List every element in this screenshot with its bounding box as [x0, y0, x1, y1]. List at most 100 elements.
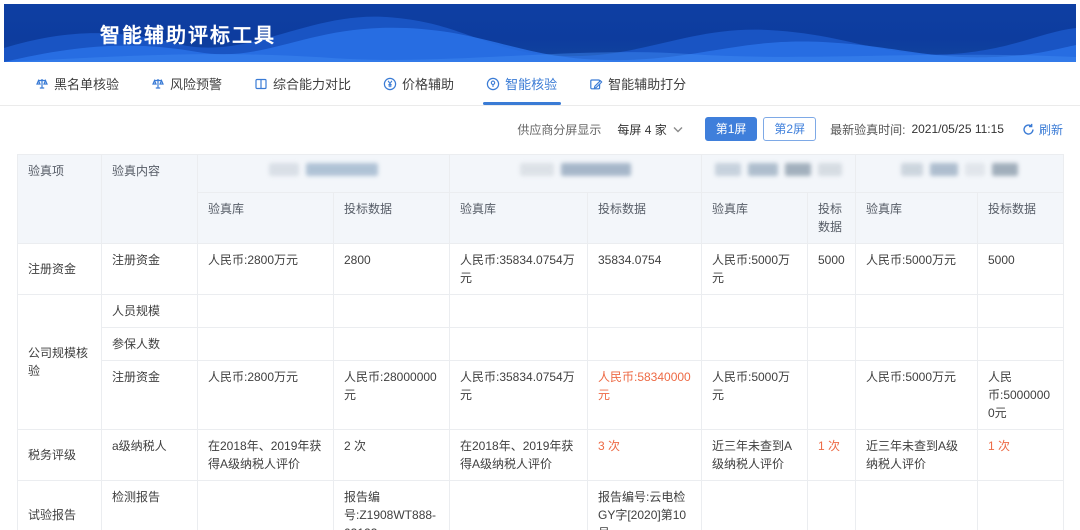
supplier-3-name-redacted — [701, 154, 856, 193]
col-header-verify-item: 验真项 — [17, 154, 102, 244]
table-cell — [855, 327, 978, 361]
table-cell: 2 次 — [333, 429, 450, 481]
tab-label: 风险预警 — [170, 77, 223, 92]
verify-content-cell: 注册资金 — [101, 360, 198, 430]
tab-price-assist[interactable]: 价格辅助 — [383, 62, 454, 105]
supplier-1-verify-db-header: 验真库 — [197, 192, 334, 244]
table-row: 参保人数 — [18, 327, 1064, 361]
tab-smart-verify[interactable]: 智能核验 — [486, 62, 557, 105]
table-cell — [977, 480, 1064, 530]
table-cell: 近三年未查到A级纳税人评价 — [855, 429, 978, 481]
table-cell: 人民币:5000万元 — [855, 360, 978, 430]
verify-item-cell: 公司规模核验 — [17, 294, 102, 430]
table-cell: 在2018年、2019年获得A级纳税人评价 — [449, 429, 588, 481]
supplier-3-bid-data-header: 投标数据 — [807, 192, 856, 244]
supplier-2-verify-db-header: 验真库 — [449, 192, 588, 244]
table-cell: 在2018年、2019年获得A级纳税人评价 — [197, 429, 334, 481]
verify-content-cell: 参保人数 — [101, 327, 198, 361]
supplier-3-verify-db-header: 验真库 — [701, 192, 808, 244]
tab-smart-score[interactable]: 智能辅助打分 — [589, 62, 686, 105]
table-cell — [197, 327, 334, 361]
supplier-4-name-redacted — [855, 154, 1064, 193]
tab-risk-alert[interactable]: 风险预警 — [151, 62, 222, 105]
scale-icon — [151, 77, 165, 91]
tab-label: 智能辅助打分 — [608, 77, 687, 92]
table-cell — [855, 294, 978, 328]
table-cell — [333, 294, 450, 328]
verify-content-cell: a级纳税人 — [101, 429, 198, 481]
toolbar: 供应商分屏显示 每屏 4 家 第1屏 第2屏 最新验真时间: 2021/05/2… — [0, 106, 1080, 152]
table-cell: 5000 — [807, 243, 856, 295]
supplier-4-bid-data-header: 投标数据 — [977, 192, 1064, 244]
screen-1-button[interactable]: 第1屏 — [704, 117, 758, 141]
tab-label: 黑名单核验 — [54, 77, 120, 92]
table-cell: 人民币:5000万元 — [701, 243, 808, 295]
per-screen-select[interactable]: 每屏 4 家 — [611, 116, 689, 142]
table-cell: 近三年未查到A级纳税人评价 — [701, 429, 808, 481]
table-cell: 3 次 — [587, 429, 702, 481]
col-header-verify-content: 验真内容 — [101, 154, 198, 244]
verify-time-value: 2021/05/25 11:15 — [911, 122, 1004, 136]
table-cell: 35834.0754 — [587, 243, 702, 295]
table-cell: 人民币:2800万元 — [197, 360, 334, 430]
table-cell — [807, 327, 856, 361]
supplier-1-bid-data-header: 投标数据 — [333, 192, 450, 244]
supplier-1-name-redacted — [197, 154, 450, 193]
supplier-2-bid-data-header: 投标数据 — [587, 192, 702, 244]
table-cell: 报告编号:Z1908WT888-03123 — [333, 480, 450, 530]
table-cell — [333, 327, 450, 361]
table-cell: 5000 — [977, 243, 1064, 295]
verify-content-cell: 注册资金 — [101, 243, 198, 295]
verify-content-cell: 人员规模 — [101, 294, 198, 328]
table-cell — [855, 480, 978, 530]
table-cell — [197, 294, 334, 328]
table-cell — [449, 480, 588, 530]
verification-table-wrap: 验真项 验真内容 验真库 投标数据 验真库 投标数据 验真库 投标数据 验真库 投标数据 注册资金… — [17, 154, 1064, 530]
table-row: 注册资金 注册资金 人民币:2800万元 2800 人民币:35834.0754万元 35… — [17, 243, 1064, 295]
tab-ability-compare[interactable]: 综合能力对比 — [254, 62, 351, 105]
table-head: 验真项 验真内容 验真库 投标数据 验真库 投标数据 验真库 投标数据 验真库 投标数据 — [17, 154, 1064, 244]
verify-time-label: 最新验真时间: — [830, 122, 906, 137]
book-icon — [254, 77, 268, 91]
yuan-icon — [383, 77, 397, 91]
table-cell: 1 次 — [977, 429, 1064, 481]
verification-table: 验真项 验真内容 验真库 投标数据 验真库 投标数据 验真库 投标数据 验真库 投标数据 注册资金… — [17, 154, 1064, 530]
table-cell — [977, 294, 1064, 328]
table-row: 税务评级 a级纳税人 在2018年、2019年获得A级纳税人评价 2 次在2018年、… — [17, 429, 1064, 481]
pencil-icon — [589, 77, 603, 91]
table-body: 注册资金 注册资金 人民币:2800万元 2800 人民币:35834.0754万元 35… — [17, 243, 1064, 530]
tab-blacklist-check[interactable]: 黑名单核验 — [35, 62, 119, 105]
refresh-label: 刷新 — [1038, 122, 1063, 137]
refresh-icon — [1023, 123, 1034, 135]
table-cell — [449, 327, 588, 361]
table-cell: 2800 — [333, 243, 450, 295]
table-cell: 人民币:5000万元 — [855, 243, 978, 295]
verify-item-cell: 税务评级 — [17, 429, 102, 481]
pin-icon — [486, 77, 500, 91]
table-cell — [807, 294, 856, 328]
table-cell — [701, 327, 808, 361]
table-cell: 1 次 — [807, 429, 856, 481]
table-cell: 报告编号:云电检GY字[2020]第10号 — [587, 480, 702, 530]
verify-item-cell: 注册资金 — [17, 243, 102, 295]
tab-label: 价格辅助 — [402, 77, 455, 92]
refresh-button[interactable]: 刷新 — [1022, 121, 1063, 138]
table-cell — [587, 327, 702, 361]
tab-label: 综合能力对比 — [273, 77, 352, 92]
supplier-2-name-redacted — [449, 154, 702, 193]
page-title: 智能辅助评标工具 — [100, 25, 276, 47]
tab-label: 智能核验 — [505, 77, 558, 92]
tab-bar: 黑名单核验 风险预警 综合能力对比 价格辅助 智能核验 智能辅助打分 — [0, 62, 1080, 106]
table-cell — [587, 294, 702, 328]
scale-icon — [35, 77, 49, 91]
table-cell — [701, 480, 808, 530]
screen-2-button[interactable]: 第2屏 — [763, 117, 817, 141]
supplier-4-verify-db-header: 验真库 — [855, 192, 978, 244]
table-row: 试验报告检测报告 报告编号:Z1908WT888-03123 报告编号:云电检GY字… — [17, 480, 1064, 530]
table-cell: 人民币:2800万元 — [197, 243, 334, 295]
table-cell: 人民币:58340000元 — [587, 360, 702, 430]
table-cell — [449, 294, 588, 328]
app-header-banner: 智能辅助评标工具 — [4, 4, 1076, 62]
table-cell — [197, 480, 334, 530]
chevron-down-icon — [673, 126, 683, 132]
